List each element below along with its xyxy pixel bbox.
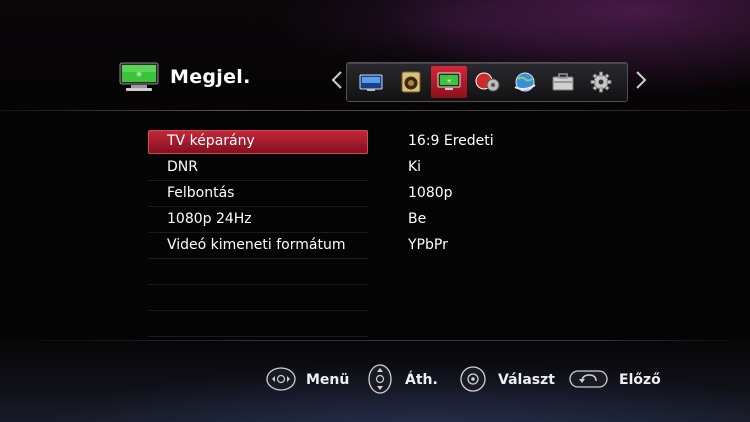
menu-item-label: DNR — [167, 159, 198, 175]
tab-left-arrow-icon[interactable] — [330, 70, 344, 90]
tab-tv-broadcast[interactable] — [353, 66, 389, 98]
menu-item-value: Be — [408, 211, 427, 227]
tab-settings[interactable] — [583, 66, 619, 98]
header-divider — [0, 110, 750, 111]
ok-button-icon — [460, 366, 486, 392]
menu-item-value: 16:9 Eredeti — [408, 133, 494, 149]
hint-menu-label: Menü — [306, 372, 350, 388]
menu-item-value: YPbPr — [408, 237, 448, 253]
divider — [148, 284, 368, 285]
tab-network[interactable] — [507, 66, 543, 98]
menu-item-1080p-24hz[interactable]: 1080p 24Hz — [148, 208, 368, 233]
speaker-icon — [401, 71, 421, 93]
menu-item-dnr[interactable]: DNR — [148, 156, 368, 181]
menu-item-label: 1080p 24Hz — [167, 211, 252, 227]
menu-item-value: 1080p — [408, 185, 453, 201]
divider — [148, 310, 368, 311]
menu-item-tv-aspect[interactable]: TV képarány — [148, 130, 368, 154]
up-down-nav-icon — [368, 364, 392, 394]
tab-lock[interactable] — [469, 66, 505, 98]
menu-item-label: Felbontás — [167, 185, 235, 201]
lock-settings-icon — [475, 72, 500, 92]
return-icon — [569, 370, 608, 388]
menu-item-label: Videó kimeneti formátum — [167, 237, 346, 253]
tab-others[interactable] — [545, 66, 581, 98]
briefcase-icon — [552, 73, 574, 91]
gear-icon — [590, 71, 612, 93]
menu-item-resolution[interactable]: Felbontás — [148, 182, 368, 207]
svg-text:✳: ✳ — [136, 70, 143, 79]
category-tabbar: ✳ — [346, 62, 628, 102]
tab-display[interactable]: ✳ — [431, 66, 467, 98]
left-right-nav-icon — [266, 367, 296, 391]
menu-item-video-output-format[interactable]: Videó kimeneti formátum — [148, 234, 368, 259]
globe-network-icon — [514, 72, 536, 92]
tab-right-arrow-icon[interactable] — [634, 70, 648, 90]
hint-select-label: Választ — [498, 372, 555, 388]
monitor-icon: ✳ — [119, 62, 159, 92]
divider — [148, 336, 368, 337]
menu-item-value: Ki — [408, 159, 422, 175]
footer-divider — [0, 340, 750, 341]
tv-broadcast-icon — [359, 74, 383, 91]
tab-audio[interactable] — [393, 66, 429, 98]
svg-text:✳: ✳ — [446, 78, 451, 85]
display-icon: ✳ — [437, 72, 461, 90]
hint-back-label: Előző — [619, 372, 661, 388]
page-title: Megjel. — [170, 66, 251, 88]
menu-item-label: TV képarány — [167, 133, 255, 149]
hint-move-label: Áth. — [405, 372, 438, 388]
